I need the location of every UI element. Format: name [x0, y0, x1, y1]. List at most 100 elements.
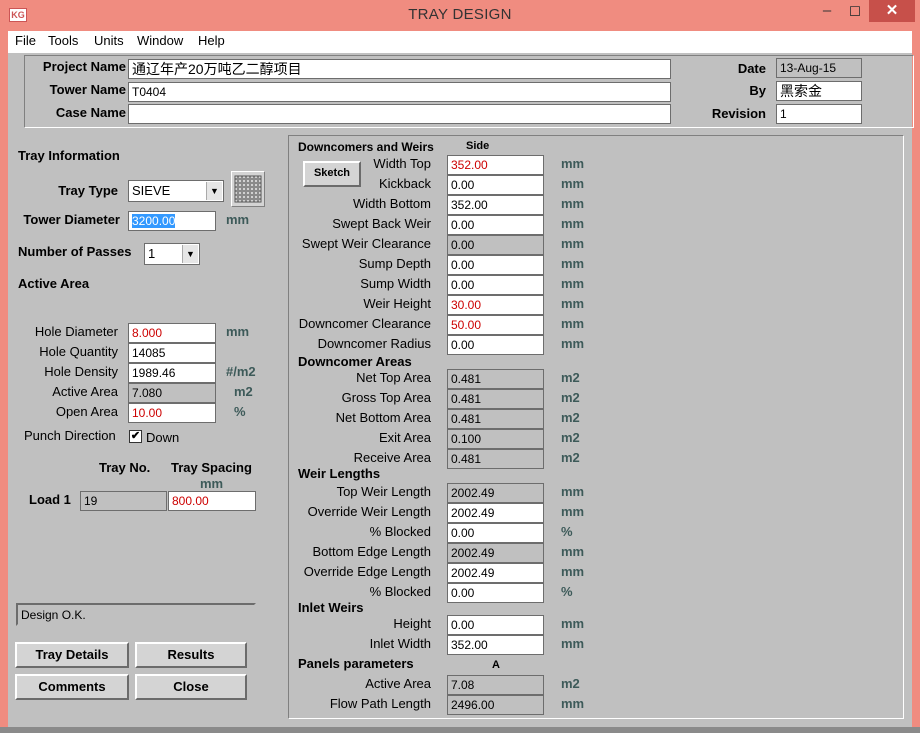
- downcomer-clearance-field[interactable]: 50.00: [447, 315, 544, 335]
- kickback-unit: mm: [561, 176, 585, 191]
- override-edge-length-unit: mm: [561, 564, 585, 579]
- menu-window[interactable]: Window: [137, 33, 183, 48]
- width-bottom-field[interactable]: 352.00: [447, 195, 544, 215]
- override-weir-length-field[interactable]: 2002.49: [447, 503, 544, 523]
- comments-button[interactable]: Comments: [15, 674, 129, 700]
- net-bottom-area-field: 0.481: [447, 409, 544, 429]
- swept-back-weir-label: Swept Back Weir: [332, 216, 431, 231]
- inlet-width-unit: mm: [561, 636, 585, 651]
- inlet-width-field[interactable]: 352.00: [447, 635, 544, 655]
- net-top-area-label: Net Top Area: [356, 370, 431, 385]
- receive-area-field: 0.481: [447, 449, 544, 469]
- case-name-label: Case Name: [55, 105, 126, 120]
- override-edge-length-field[interactable]: 2002.49: [447, 563, 544, 583]
- chevron-down-icon[interactable]: ▼: [206, 182, 222, 200]
- blocked-label: % Blocked: [369, 584, 431, 599]
- exit-area-field: 0.100: [447, 429, 544, 449]
- downcomer-radius-field[interactable]: 0.00: [447, 335, 544, 355]
- punch-direction-value: Down: [146, 430, 180, 445]
- net-top-area-field: 0.481: [447, 369, 544, 389]
- hole-quantity-field[interactable]: 14085: [128, 343, 216, 363]
- active-area-field: 7.080: [128, 383, 216, 403]
- hole-diameter-label: Hole Diameter: [34, 324, 118, 339]
- blocked-field[interactable]: 0.00: [447, 523, 544, 543]
- swept-back-weir-field[interactable]: 0.00: [447, 215, 544, 235]
- chevron-down-icon[interactable]: ▼: [182, 245, 198, 263]
- downcomer-clearance-label: Downcomer Clearance: [298, 316, 431, 331]
- menu-tools[interactable]: Tools: [48, 33, 78, 48]
- receive-area-label: Receive Area: [353, 450, 431, 465]
- tray-sketch-thumbnail-button[interactable]: [231, 171, 265, 207]
- exit-area-label: Exit Area: [378, 430, 431, 445]
- punch-direction-checkbox[interactable]: ✔: [129, 430, 142, 443]
- tower-name-field[interactable]: T0404: [128, 82, 671, 102]
- close-window-button[interactable]: ✕: [869, 0, 915, 22]
- active-area-title: Active Area: [18, 276, 90, 291]
- sump-depth-label: Sump Depth: [358, 256, 431, 271]
- blocked-label: % Blocked: [369, 524, 431, 539]
- tray-type-label: Tray Type: [58, 183, 118, 198]
- taskbar-strip: [0, 727, 920, 733]
- weir-lengths-title: Weir Lengths: [298, 466, 381, 481]
- hole-quantity-label: Hole Quantity: [39, 344, 118, 359]
- menu-units[interactable]: Units: [94, 33, 124, 48]
- sump-width-unit: mm: [561, 276, 585, 291]
- top-weir-length-field: 2002.49: [447, 483, 544, 503]
- maximize-button[interactable]: ◻: [842, 0, 868, 22]
- active-area-unit: m2: [561, 676, 580, 691]
- project-name-field[interactable]: 通辽年产20万吨乙二醇项目: [128, 59, 671, 79]
- sump-width-field[interactable]: 0.00: [447, 275, 544, 295]
- close-button[interactable]: Close: [135, 674, 247, 700]
- kickback-label: Kickback: [378, 176, 431, 191]
- case-name-field[interactable]: [128, 104, 671, 124]
- width-top-field[interactable]: 352.00: [447, 155, 544, 175]
- override-edge-length-label: Override Edge Length: [303, 564, 431, 579]
- gross-top-area-field: 0.481: [447, 389, 544, 409]
- open-area-field[interactable]: 10.00: [128, 403, 216, 423]
- height-field[interactable]: 0.00: [447, 615, 544, 635]
- minimize-button[interactable]: –: [814, 0, 840, 22]
- window-title: TRAY DESIGN: [408, 6, 512, 23]
- downcomer-radius-label: Downcomer Radius: [317, 336, 431, 351]
- hole-density-label: Hole Density: [44, 364, 118, 379]
- panel-a-column-header: A: [492, 659, 500, 671]
- by-field[interactable]: 黑索金: [776, 81, 862, 101]
- active-area-unit: m2: [234, 384, 253, 399]
- weir-height-field[interactable]: 30.00: [447, 295, 544, 315]
- revision-field[interactable]: 1: [776, 104, 862, 124]
- tower-name-label: Tower Name: [49, 82, 126, 97]
- hole-density-field[interactable]: 1989.46: [128, 363, 216, 383]
- override-weir-length-label: Override Weir Length: [307, 504, 431, 519]
- tower-diameter-unit: mm: [226, 212, 250, 227]
- number-of-passes-label: Number of Passes: [18, 244, 132, 259]
- menu-file[interactable]: File: [15, 33, 36, 48]
- kickback-field[interactable]: 0.00: [447, 175, 544, 195]
- gross-top-area-unit: m2: [561, 390, 580, 405]
- sump-depth-unit: mm: [561, 256, 585, 271]
- tray-no-field: 19: [80, 491, 167, 511]
- tower-diameter-field[interactable]: 3200.00: [128, 211, 216, 231]
- inlet-width-label: Inlet Width: [369, 636, 431, 651]
- bottom-edge-length-field: 2002.49: [447, 543, 544, 563]
- menu-help[interactable]: Help: [198, 33, 225, 48]
- tray-type-select[interactable]: SIEVE ▼: [128, 180, 224, 202]
- results-button[interactable]: Results: [135, 642, 247, 668]
- hole-density-unit: #/m2: [226, 364, 256, 379]
- width-bottom-label: Width Bottom: [352, 196, 431, 211]
- downcomer-radius-unit: mm: [561, 336, 585, 351]
- hole-diameter-field[interactable]: 8.000: [128, 323, 216, 343]
- side-column-header: Side: [466, 140, 490, 152]
- tray-spacing-field[interactable]: 800.00: [168, 491, 256, 511]
- blocked-unit: %: [561, 584, 573, 599]
- override-weir-length-unit: mm: [561, 504, 585, 519]
- sump-depth-field[interactable]: 0.00: [447, 255, 544, 275]
- weir-height-label: Weir Height: [363, 296, 431, 311]
- open-area-unit: %: [234, 404, 246, 419]
- blocked-field[interactable]: 0.00: [447, 583, 544, 603]
- tray-details-button[interactable]: Tray Details: [15, 642, 129, 668]
- blocked-unit: %: [561, 524, 573, 539]
- hole-diameter-unit: mm: [226, 324, 250, 339]
- number-of-passes-select[interactable]: 1 ▼: [144, 243, 200, 265]
- bottom-edge-length-unit: mm: [561, 544, 585, 559]
- load-1-label: Load 1: [29, 492, 71, 507]
